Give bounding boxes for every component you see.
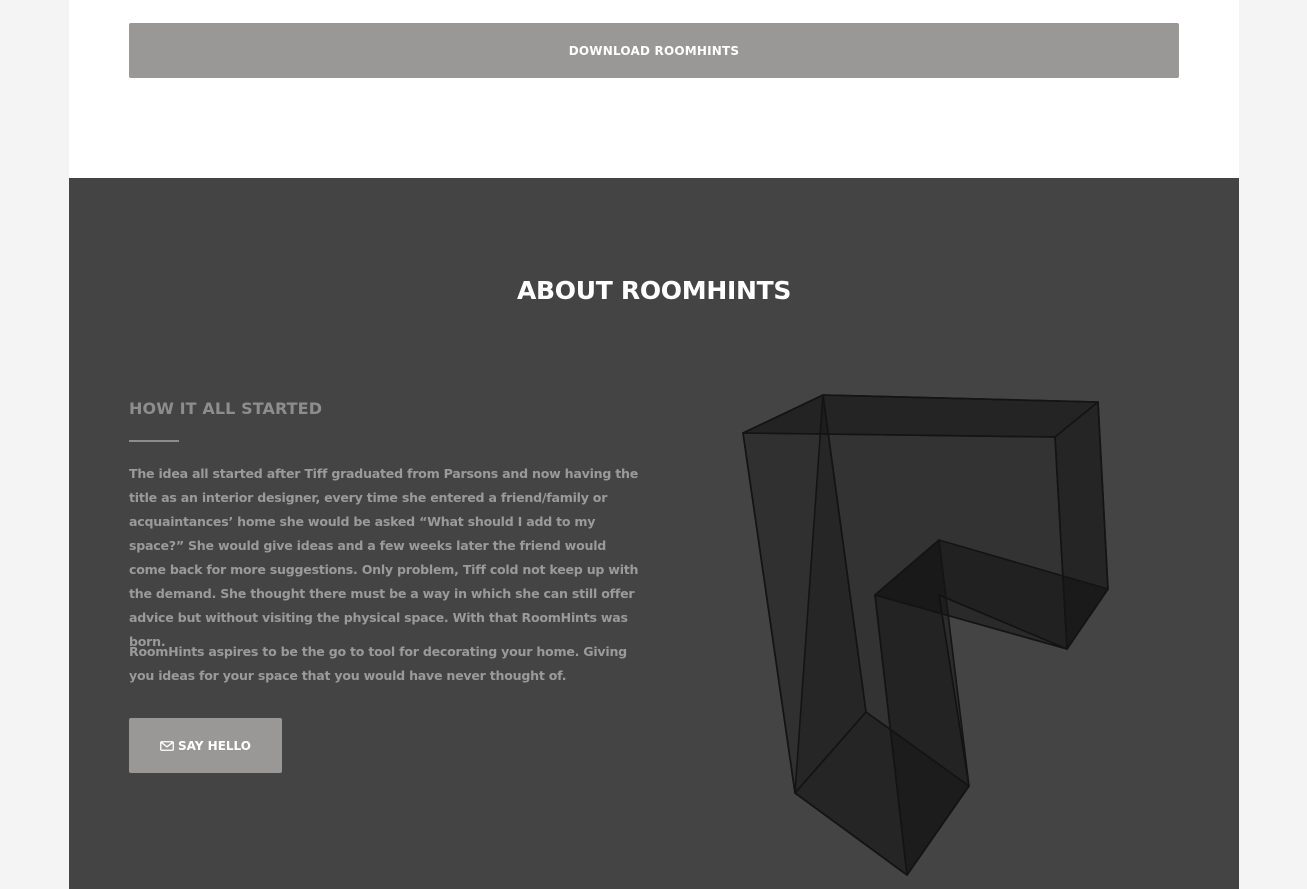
about-section: ABOUT ROOMHINTS HOW IT ALL STARTED The i… bbox=[69, 178, 1239, 889]
heading-divider bbox=[129, 440, 179, 442]
download-roomhints-button[interactable]: DOWNLOAD ROOMHINTS bbox=[129, 23, 1179, 78]
about-paragraph-origin: The idea all started after Tiff graduate… bbox=[129, 466, 639, 649]
envelope-icon bbox=[160, 740, 174, 751]
about-title: ABOUT ROOMHINTS bbox=[516, 276, 792, 305]
about-paragraph-aspiration: RoomHints aspires to be the go to tool f… bbox=[129, 644, 627, 683]
say-hello-label: SAY HELLO bbox=[178, 738, 251, 753]
download-section: DOWNLOAD ROOMHINTS bbox=[129, 23, 1179, 78]
roomhints-logo-graphic bbox=[742, 394, 1109, 876]
page-container: DOWNLOAD ROOMHINTS ABOUT ROOMHINTS HOW I… bbox=[69, 0, 1239, 889]
how-it-started-heading: HOW IT ALL STARTED bbox=[129, 399, 323, 418]
say-hello-button[interactable]: SAY HELLO bbox=[129, 718, 282, 773]
